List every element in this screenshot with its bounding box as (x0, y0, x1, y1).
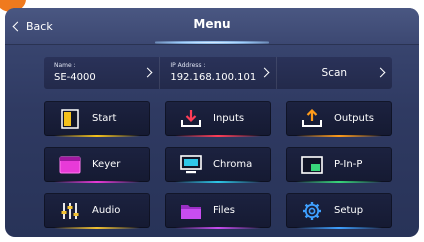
name-value: SE-4000 (54, 72, 96, 83)
setup-underglow (296, 227, 382, 229)
top-bar: Back Menu (5, 8, 419, 44)
gear-icon (300, 200, 324, 221)
inputs-underglow (175, 135, 261, 137)
files-underglow (175, 227, 261, 229)
inputs-label: Inputs (213, 113, 245, 124)
monitor-icon (179, 154, 203, 175)
start-label: Start (92, 113, 117, 124)
ip-label: IP Address : (170, 62, 206, 69)
ip-value: 192.168.100.101 (170, 72, 257, 83)
ip-address-field[interactable]: IP Address : 192.168.100.101 (160, 57, 277, 89)
device-info-bar: Name : SE-4000 IP Address : 192.168.100.… (44, 57, 392, 89)
chroma-label: Chroma (213, 159, 253, 170)
menu-button-grid: Start Inputs Outputs Keyer Chroma P-In-P… (44, 101, 392, 229)
title-glow (155, 41, 269, 44)
chroma-button[interactable]: Chroma (165, 147, 271, 183)
chroma-underglow (175, 181, 261, 183)
setup-label: Setup (334, 205, 364, 216)
outputs-underglow (296, 135, 382, 137)
keyer-underglow (54, 181, 140, 183)
device-screen: Back Menu Name : SE-4000 IP Address : 19… (5, 8, 419, 237)
name-label: Name : (54, 62, 76, 69)
audio-underglow (54, 227, 140, 229)
device-name-field[interactable]: Name : SE-4000 (44, 57, 161, 89)
chevron-right-icon (142, 67, 153, 78)
outputs-label: Outputs (334, 113, 374, 124)
outputs-button[interactable]: Outputs (286, 101, 392, 137)
picture-in-picture-icon (300, 154, 324, 175)
audio-label: Audio (92, 205, 121, 216)
pinp-label: P-In-P (334, 159, 363, 170)
inputs-button[interactable]: Inputs (165, 101, 271, 137)
scan-label: Scan (321, 67, 348, 79)
keyer-window-icon (58, 154, 82, 175)
pinp-underglow (296, 181, 382, 183)
audio-button[interactable]: Audio (44, 193, 150, 229)
audio-sliders-icon (58, 200, 82, 221)
scan-button[interactable]: Scan (277, 57, 392, 89)
page-title: Menu (193, 17, 231, 31)
keyer-button[interactable]: Keyer (44, 147, 150, 183)
start-underglow (54, 135, 140, 137)
chevron-right-icon (259, 67, 270, 78)
upload-icon (300, 108, 324, 129)
download-icon (179, 108, 203, 129)
files-button[interactable]: Files (165, 193, 271, 229)
keyer-label: Keyer (92, 159, 121, 170)
folder-icon (179, 200, 203, 221)
pinp-button[interactable]: P-In-P (286, 147, 392, 183)
start-panel-icon (58, 108, 82, 129)
files-label: Files (213, 205, 235, 216)
start-button[interactable]: Start (44, 101, 150, 137)
setup-button[interactable]: Setup (286, 193, 392, 229)
